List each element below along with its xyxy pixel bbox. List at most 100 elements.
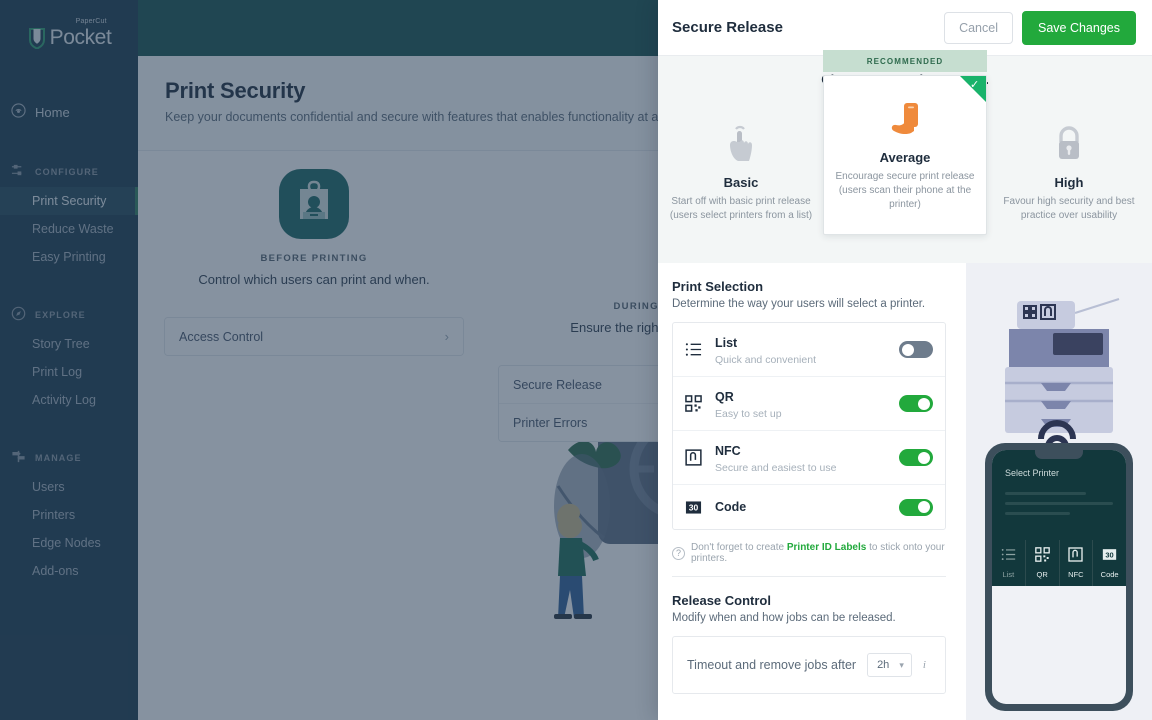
sidebar-item-home[interactable]: Home [0, 96, 138, 128]
sidebar-item-print-security[interactable]: Print Security [0, 187, 138, 215]
toggle-nfc[interactable] [899, 449, 933, 466]
panel-settings-column: Print Selection Determine the way your u… [658, 263, 966, 720]
sidebar-group-manage-head: MANAGE [0, 442, 138, 473]
sidebar-item-reduce-waste[interactable]: Reduce Waste [0, 215, 138, 243]
phone-notch [1035, 450, 1083, 459]
feature-description: Control which users can print and when. [198, 272, 430, 287]
preset-card-average[interactable]: RECOMMENDED ✓ Average Encourage secure p… [823, 50, 987, 235]
toggle-qr[interactable] [899, 395, 933, 412]
tap-hand-icon [669, 123, 813, 167]
phone-tab-label: List [1002, 570, 1015, 579]
feature-column-before-printing: BEFORE PRINTING Control which users can … [164, 169, 464, 356]
sidebar-item-printers[interactable]: Printers [0, 501, 138, 529]
toggle-knob [918, 451, 930, 464]
qr-code-icon [1034, 547, 1050, 567]
sidebar-group-configure: CONFIGURE Print Security Reduce Waste Ea… [0, 156, 138, 271]
toggle-knob [918, 397, 930, 410]
option-row-nfc[interactable]: NFC Secure and easiest to use [673, 431, 945, 485]
papercut-shield-icon [27, 27, 47, 50]
list-icon [1001, 547, 1016, 567]
qr-code-icon [685, 395, 715, 412]
panel-header: Secure Release Cancel Save Changes [658, 0, 1152, 56]
preset-card-basic[interactable]: Basic Start off with basic print release… [659, 101, 823, 261]
toggle-knob [902, 343, 914, 356]
option-row-code[interactable]: 30 Code [673, 485, 945, 529]
id-badge-icon [279, 169, 349, 239]
section-divider [672, 576, 946, 577]
feature-row-access-control[interactable]: Access Control › [165, 318, 463, 355]
feature-row-label: Secure Release [513, 377, 602, 392]
phone-tab-label: QR [1036, 570, 1048, 579]
phone-tab-code[interactable]: 30 Code [1093, 540, 1126, 586]
timeout-select-value: 2h [877, 659, 890, 671]
option-row-list[interactable]: List Quick and convenient [673, 323, 945, 377]
phone-screen: Select Printer List QR NFC 30 Code [992, 450, 1126, 704]
release-control-title: Release Control [672, 593, 771, 608]
hint-prefix: Don't forget to create [691, 542, 787, 553]
timeout-label: Timeout and remove jobs after [687, 658, 857, 672]
preset-description: Favour high security and best practice o… [1003, 196, 1135, 221]
panel-title: Secure Release [672, 19, 783, 36]
toggle-code[interactable] [899, 498, 933, 516]
hand-phone-icon [834, 98, 976, 142]
nfc-icon [1068, 547, 1084, 567]
question-circle-icon: ? [672, 546, 685, 560]
toggle-knob [918, 501, 930, 513]
phone-tab-nfc[interactable]: NFC [1060, 540, 1094, 586]
sidebar-item-activity-log[interactable]: Activity Log [0, 386, 138, 414]
sidebar-item-easy-printing[interactable]: Easy Printing [0, 243, 138, 271]
phone-tab-bar: List QR NFC 30 Code [992, 540, 1126, 586]
placeholder-bar [1005, 512, 1070, 515]
printer-id-labels-link[interactable]: Printer ID Labels [787, 542, 866, 553]
padlock-icon [997, 123, 1141, 167]
phone-screen-title: Select Printer [1005, 468, 1060, 478]
panel-preview-column: Select Printer List QR NFC 30 Code [966, 263, 1152, 720]
sidebar-group-explore-head: EXPLORE [0, 299, 138, 330]
security-preset-band: Choose a Security Preset... Basic Start … [658, 50, 1152, 263]
phone-tab-list[interactable]: List [992, 540, 1026, 586]
timeout-setting-card: Timeout and remove jobs after 2h ▾ i [672, 636, 946, 694]
sidebar-group-explore-title: EXPLORE [35, 309, 86, 320]
sidebar-group-manage-title: MANAGE [35, 452, 82, 463]
release-control-subtitle: Modify when and how jobs can be released… [672, 612, 896, 624]
feature-row-label: Printer Errors [513, 415, 588, 430]
sidebar-item-add-ons[interactable]: Add-ons [0, 557, 138, 585]
option-row-qr[interactable]: QR Easy to set up [673, 377, 945, 431]
home-signal-icon [11, 103, 26, 121]
sidebar-group-manage: MANAGE Users Printers Edge Nodes Add-ons [0, 442, 138, 585]
nfc-icon [685, 449, 715, 466]
app-root: PaperCut Pocket Home CONFIGURE Print Sec… [0, 0, 1152, 720]
save-changes-button[interactable]: Save Changes [1021, 10, 1136, 45]
print-selection-title: Print Selection [672, 279, 764, 294]
preset-description: Start off with basic print release (user… [669, 196, 813, 221]
phone-tab-label: NFC [1068, 570, 1084, 579]
option-name: NFC [715, 443, 741, 458]
sidebar-item-edge-nodes[interactable]: Edge Nodes [0, 529, 138, 557]
phone-tab-qr[interactable]: QR [1026, 540, 1060, 586]
placeholder-bar [1005, 502, 1113, 505]
feature-list: Access Control › [164, 317, 464, 356]
sidebar-item-print-log[interactable]: Print Log [0, 358, 138, 386]
info-italic-icon[interactable]: i [923, 659, 926, 671]
timeout-select[interactable]: 2h ▾ [867, 653, 912, 677]
preset-card-high[interactable]: High Favour high security and best pract… [987, 101, 1151, 261]
toggle-list[interactable] [899, 341, 933, 358]
feature-row-label: Access Control [179, 329, 264, 344]
sidebar-item-story-tree[interactable]: Story Tree [0, 330, 138, 358]
compass-icon [11, 306, 26, 323]
printer-labels-hint: ? Don't forget to create Printer ID Labe… [672, 542, 946, 564]
app-logo[interactable]: PaperCut Pocket [0, 0, 138, 54]
selected-check-icon: ✓ [960, 76, 986, 102]
sidebar-item-users[interactable]: Users [0, 473, 138, 501]
option-description: Secure and easiest to use [715, 461, 837, 474]
recommended-badge: RECOMMENDED [823, 50, 987, 72]
preset-name: High [1054, 175, 1084, 190]
svg-text:30: 30 [689, 502, 699, 512]
sidebar-group-explore: EXPLORE Story Tree Print Log Activity Lo… [0, 299, 138, 414]
print-selection-options: List Quick and convenient QR Easy to set… [672, 322, 946, 530]
logo-word-text: Pocket [49, 26, 112, 49]
sidebar-group-configure-head: CONFIGURE [0, 156, 138, 187]
print-selection-subtitle: Determine the way your users will select… [672, 298, 926, 310]
placeholder-bar [1005, 492, 1086, 495]
cancel-button[interactable]: Cancel [944, 11, 1013, 44]
